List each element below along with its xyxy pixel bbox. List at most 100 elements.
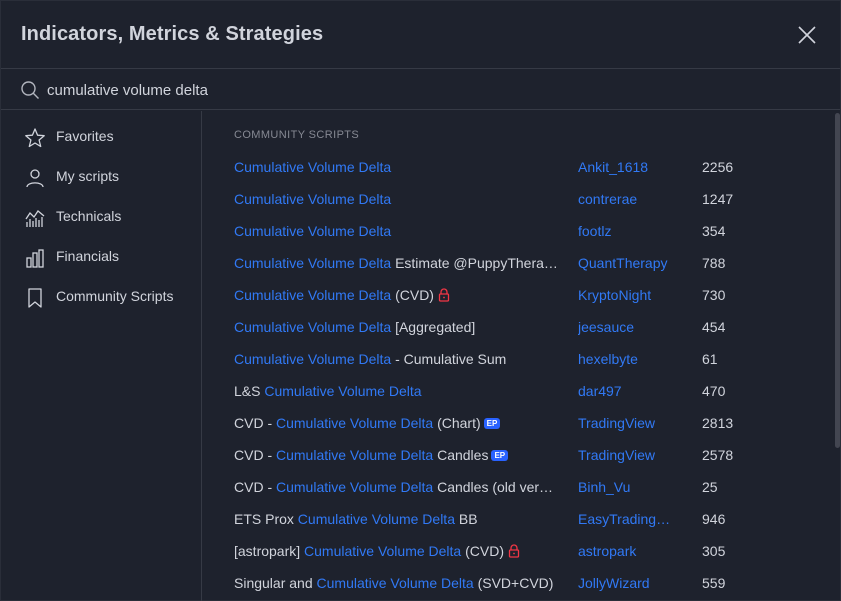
script-name[interactable]: Singular and Cumulative Volume Delta (SV… bbox=[234, 575, 559, 591]
financials-icon bbox=[26, 249, 44, 268]
script-row[interactable]: L&S Cumulative Volume Delta dar497 470 bbox=[203, 375, 839, 407]
script-name[interactable]: ETS Prox Cumulative Volume Delta BB bbox=[234, 511, 559, 527]
dialog-header: Indicators, Metrics & Strategies bbox=[1, 1, 840, 69]
script-row[interactable]: Cumulative Volume Delta - Cumulative Sum… bbox=[203, 343, 839, 375]
script-likes: 946 bbox=[702, 511, 726, 527]
dialog-title: Indicators, Metrics & Strategies bbox=[21, 23, 324, 45]
script-name-suffix: (CVD) bbox=[461, 543, 504, 559]
script-name-suffix: [Aggregated] bbox=[391, 319, 476, 335]
search-icon bbox=[21, 81, 39, 99]
script-likes: 454 bbox=[702, 319, 726, 335]
script-name[interactable]: L&S Cumulative Volume Delta bbox=[234, 383, 559, 399]
script-name[interactable]: Cumulative Volume Delta (CVD) bbox=[234, 287, 559, 303]
script-name[interactable]: Cumulative Volume Delta bbox=[234, 223, 559, 239]
script-likes: 1247 bbox=[702, 191, 734, 207]
script-name-suffix: Candles (old vers… bbox=[433, 479, 559, 495]
script-row[interactable]: Cumulative Volume Delta Estimate @PuppyT… bbox=[203, 247, 839, 279]
script-author[interactable]: jeesauce bbox=[578, 319, 678, 335]
script-name-match: Cumulative Volume Delta bbox=[304, 543, 462, 559]
sidebar-item-community-scripts[interactable]: Community Scripts bbox=[1, 277, 201, 317]
script-name[interactable]: Cumulative Volume Delta - Cumulative Sum bbox=[234, 351, 559, 367]
script-name-suffix: BB bbox=[454, 511, 478, 527]
search-bar bbox=[1, 70, 840, 110]
sidebar-item-financials[interactable]: Financials bbox=[1, 237, 201, 277]
script-author[interactable]: dar497 bbox=[578, 383, 678, 399]
script-name[interactable]: Cumulative Volume Delta [Aggregated] bbox=[234, 319, 559, 335]
script-row[interactable]: Cumulative Volume Delta [Aggregated] jees… bbox=[203, 311, 839, 343]
script-author[interactable]: TradingView bbox=[578, 447, 678, 463]
script-name[interactable]: Cumulative Volume Delta bbox=[234, 159, 559, 175]
search-input[interactable] bbox=[47, 78, 807, 102]
script-name-match: Cumulative Volume Delta bbox=[234, 255, 392, 271]
lock-icon bbox=[438, 288, 450, 302]
sidebar-item-favorites[interactable]: Favorites bbox=[1, 117, 201, 157]
script-row[interactable]: [astropark] Cumulative Volume Delta (CVD… bbox=[203, 535, 839, 567]
script-name-match: Cumulative Volume Delta bbox=[234, 191, 392, 207]
script-name-match: Cumulative Volume Delta bbox=[276, 415, 434, 431]
script-name-suffix: (Chart) bbox=[433, 415, 481, 431]
script-row[interactable]: CVD - Cumulative Volume Delta (Chart) EP T… bbox=[203, 407, 839, 439]
script-name[interactable]: CVD - Cumulative Volume Delta (Chart) EP bbox=[234, 415, 559, 431]
script-row[interactable]: Cumulative Volume Delta (CVD) KryptoNight… bbox=[203, 279, 839, 311]
script-author[interactable]: hexelbyte bbox=[578, 351, 678, 367]
script-name-match: Cumulative Volume Delta bbox=[316, 575, 474, 591]
script-name-suffix: (SVD+CVD) bbox=[473, 575, 554, 591]
bookmark-icon bbox=[28, 288, 42, 308]
sidebar-item-my-scripts[interactable]: My scripts bbox=[1, 157, 201, 197]
script-name-suffix: Estimate @PuppyThera… bbox=[391, 255, 558, 271]
lock-icon bbox=[508, 544, 520, 558]
script-author[interactable]: JollyWizard bbox=[578, 575, 678, 591]
script-likes: 2578 bbox=[702, 447, 734, 463]
sidebar-item-label: Favorites bbox=[56, 128, 114, 144]
script-row[interactable]: Singular and Cumulative Volume Delta (SV… bbox=[203, 567, 839, 599]
script-name-suffix: (CVD) bbox=[391, 287, 434, 303]
script-name-match: Cumulative Volume Delta bbox=[297, 511, 455, 527]
script-row[interactable]: CVD - Cumulative Volume Delta Candles (o… bbox=[203, 471, 839, 503]
script-row[interactable]: Cumulative Volume Delta Ankit_1618 2256 bbox=[203, 151, 839, 183]
script-name-match: Cumulative Volume Delta bbox=[276, 479, 434, 495]
script-name-prefix: L&S bbox=[234, 383, 265, 399]
results-panel: COMMUNITY SCRIPTS Cumulative Volume Delt… bbox=[203, 111, 839, 601]
script-author[interactable]: EasyTradingSi… bbox=[578, 511, 678, 527]
script-author[interactable]: QuantTherapy bbox=[578, 255, 678, 271]
script-author[interactable]: contrerae bbox=[578, 191, 678, 207]
script-row[interactable]: CVD - Cumulative Volume Delta Candles EP T… bbox=[203, 439, 839, 471]
script-name[interactable]: CVD - Cumulative Volume Delta Candles EP bbox=[234, 447, 559, 463]
script-name[interactable]: Cumulative Volume Delta Estimate @PuppyT… bbox=[234, 255, 559, 271]
script-name-match: Cumulative Volume Delta bbox=[264, 383, 422, 399]
script-likes: 354 bbox=[702, 223, 726, 239]
script-row[interactable]: Cumulative Volume Delta footlz 354 bbox=[203, 215, 839, 247]
script-name-prefix: ETS Prox bbox=[234, 511, 298, 527]
sidebar-item-label: My scripts bbox=[56, 168, 119, 184]
ep-badge: EP bbox=[491, 450, 509, 461]
script-author[interactable]: KryptoNight bbox=[578, 287, 678, 303]
script-name-prefix: CVD - bbox=[234, 415, 276, 431]
script-name-match: Cumulative Volume Delta bbox=[276, 447, 434, 463]
script-name[interactable]: Cumulative Volume Delta bbox=[234, 191, 559, 207]
script-name-prefix: CVD - bbox=[234, 479, 276, 495]
script-name[interactable]: [astropark] Cumulative Volume Delta (CVD… bbox=[234, 543, 559, 559]
script-author[interactable]: Binh_Vu bbox=[578, 479, 678, 495]
sidebar-item-technicals[interactable]: Technicals bbox=[1, 197, 201, 237]
sidebar-item-label: Financials bbox=[56, 248, 120, 264]
script-name-prefix: [astropark] bbox=[234, 543, 305, 559]
close-button[interactable] bbox=[791, 19, 823, 51]
script-author[interactable]: Ankit_1618 bbox=[578, 159, 678, 175]
script-name-match: Cumulative Volume Delta bbox=[234, 319, 392, 335]
sidebar-item-label: Technicals bbox=[56, 208, 122, 224]
script-likes: 559 bbox=[702, 575, 726, 591]
scrollbar[interactable] bbox=[835, 113, 840, 448]
script-name[interactable]: CVD - Cumulative Volume Delta Candles (o… bbox=[234, 479, 559, 495]
sidebar-item-label: Community Scripts bbox=[56, 288, 174, 304]
script-row[interactable]: ETS Prox Cumulative Volume Delta BB EasyT… bbox=[203, 503, 839, 535]
script-author[interactable]: footlz bbox=[578, 223, 678, 239]
script-likes: 470 bbox=[702, 383, 726, 399]
script-likes: 25 bbox=[702, 479, 718, 495]
script-likes: 2813 bbox=[702, 415, 734, 431]
script-author[interactable]: TradingView bbox=[578, 415, 678, 431]
script-row[interactable]: Cumulative Volume Delta contrerae 1247 bbox=[203, 183, 839, 215]
ep-badge: EP bbox=[483, 418, 501, 429]
script-author[interactable]: astropark bbox=[578, 543, 678, 559]
script-likes: 61 bbox=[702, 351, 718, 367]
indicators-dialog: Indicators, Metrics & Strategies Favorit… bbox=[0, 0, 841, 601]
